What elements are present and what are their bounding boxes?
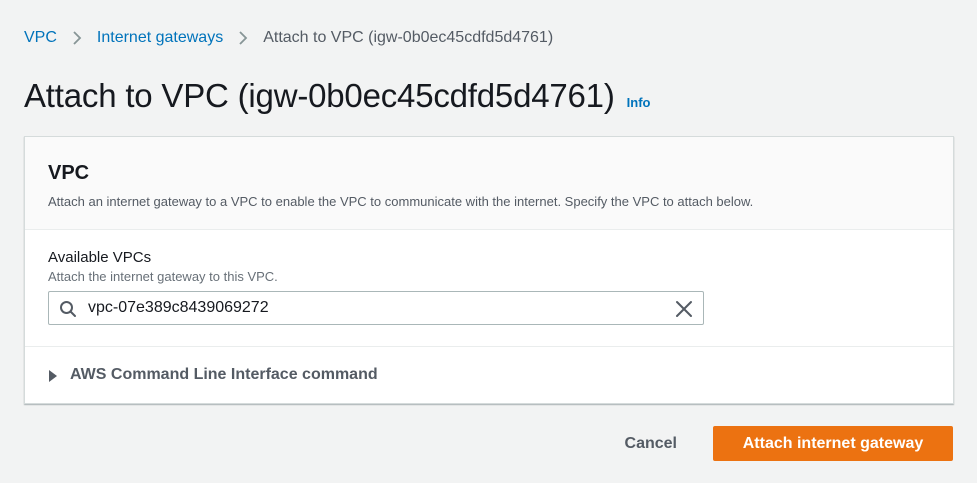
cli-command-label: AWS Command Line Interface command [70,366,378,383]
close-icon[interactable] [675,300,693,318]
available-vpcs-field: Available VPCs Attach the internet gatew… [25,230,953,347]
available-vpcs-label: Available VPCs [48,249,152,266]
available-vpcs-description: Attach the internet gateway to this VPC. [48,269,278,284]
vpc-panel-header: VPC Attach an internet gateway to a VPC … [25,137,953,230]
info-link[interactable]: Info [627,95,651,110]
page-title: Attach to VPC (igw-0b0ec45cdfd5d4761) [24,77,615,114]
vpc-panel-description: Attach an internet gateway to a VPC to e… [48,194,754,209]
chevron-right-icon [223,28,263,48]
cancel-button[interactable]: Cancel [605,427,697,461]
search-icon [59,300,77,318]
breadcrumb-current: Attach to VPC (igw-0b0ec45cdfd5d4761) [263,29,554,46]
vpc-search-input[interactable] [88,293,648,323]
vpc-panel-title: VPC [48,162,90,184]
breadcrumb-link-vpc[interactable]: VPC [24,28,57,48]
vpc-panel: VPC Attach an internet gateway to a VPC … [24,136,954,404]
caret-right-icon [48,369,58,382]
vpc-search-box[interactable] [48,291,704,325]
page-header: Attach to VPC (igw-0b0ec45cdfd5d4761) In… [24,76,650,116]
cli-command-expander[interactable]: AWS Command Line Interface command [25,347,953,403]
form-actions: Cancel Attach internet gateway [605,426,953,461]
breadcrumb-link-internet-gateways[interactable]: Internet gateways [97,28,223,48]
breadcrumb: VPC Internet gateways Attach to VPC (igw… [24,28,553,48]
attach-internet-gateway-button[interactable]: Attach internet gateway [713,426,953,461]
chevron-right-icon [57,28,97,48]
